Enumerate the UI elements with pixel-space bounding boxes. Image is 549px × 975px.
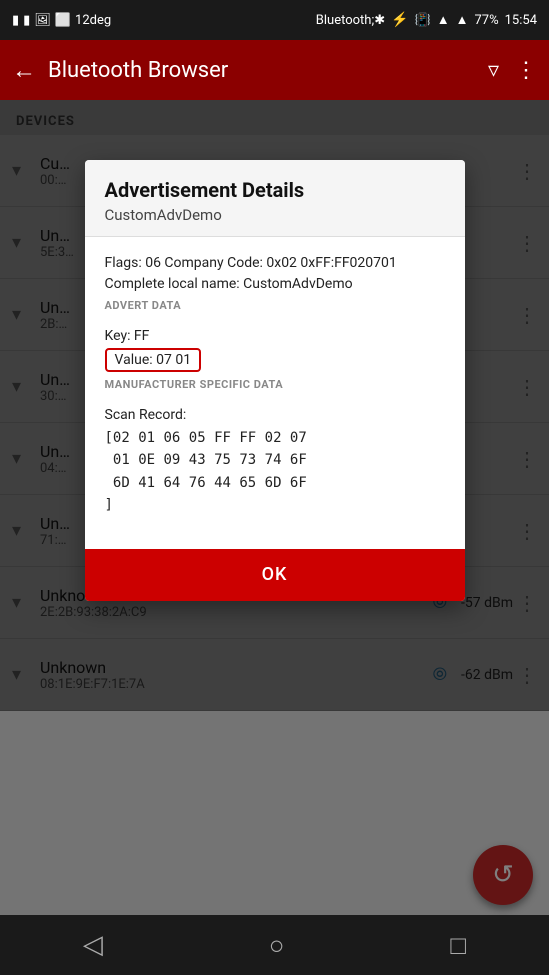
temperature-label: 12deg bbox=[75, 13, 111, 28]
vibrate-icon: 📳 bbox=[415, 13, 431, 28]
advert-data-label: ADVERT DATA bbox=[105, 299, 445, 312]
status-left-icons: ▮ ▮ 🖼 ⬜ 12deg bbox=[12, 13, 111, 28]
scan-record-section: Scan Record: [02 01 06 05 FF FF 02 07 01… bbox=[105, 407, 445, 517]
dialog-overlay: Advertisement Details CustomAdvDemo Flag… bbox=[0, 100, 549, 915]
ok-label: OK bbox=[262, 564, 288, 585]
notification-icon-2: ▮ bbox=[23, 13, 30, 28]
toolbar-actions: ▿ ⋮ bbox=[488, 58, 537, 83]
manufacturer-key: Key: FF bbox=[105, 328, 445, 344]
nav-bar: ◁ ○ □ bbox=[0, 915, 549, 975]
dialog-ok-button[interactable]: OK bbox=[85, 549, 465, 601]
battery-label: 77% bbox=[474, 13, 498, 28]
nav-home-icon[interactable]: ○ bbox=[269, 930, 285, 961]
main-content: DEVICES ▾ Cu… 00:… ⋮ ▾ Un… 5E:3… ⋮ bbox=[0, 100, 549, 915]
time-label: 15:54 bbox=[505, 13, 537, 28]
manufacturer-label: MANUFACTURER SPECIFIC DATA bbox=[105, 378, 445, 391]
dialog-title-bar: Advertisement Details CustomAdvDemo bbox=[85, 160, 465, 237]
overflow-menu-icon[interactable]: ⋮ bbox=[515, 58, 537, 83]
advert-data-section: Flags: 06 Company Code: 0x02 0xFF:FF0207… bbox=[105, 253, 445, 312]
nav-recent-icon[interactable]: □ bbox=[450, 930, 466, 961]
manufacturer-value-box: Value: 07 01 bbox=[105, 348, 202, 372]
back-button[interactable]: ← bbox=[12, 56, 36, 85]
wifi-icon: ▲ bbox=[437, 12, 450, 28]
dialog-body: Flags: 06 Company Code: 0x02 0xFF:FF0207… bbox=[85, 237, 465, 549]
manufacturer-section: Key: FF Value: 07 01 MANUFACTURER SPECIF… bbox=[105, 328, 445, 391]
dialog-subtitle: CustomAdvDemo bbox=[105, 206, 445, 224]
square-icon: ⬜ bbox=[55, 13, 71, 28]
bluetooth-status-icon: ⚡ bbox=[391, 12, 408, 28]
advert-data-text: Flags: 06 Company Code: 0x02 0xFF:FF0207… bbox=[105, 253, 445, 295]
page-title: Bluetooth Browser bbox=[48, 58, 476, 83]
toolbar: ← Bluetooth Browser ▿ ⋮ bbox=[0, 40, 549, 100]
image-icon: 🖼 bbox=[34, 13, 51, 28]
notification-icon-1: ▮ bbox=[12, 13, 19, 28]
status-bar: ▮ ▮ 🖼 ⬜ 12deg Bluetooth;✱ ⚡ 📳 ▲ ▲ 77% 15… bbox=[0, 0, 549, 40]
status-right-icons: Bluetooth;✱ ⚡ 📳 ▲ ▲ 77% 15:54 bbox=[316, 12, 537, 28]
bluetooth-icon: Bluetooth;✱ bbox=[316, 13, 385, 28]
advertisement-details-dialog: Advertisement Details CustomAdvDemo Flag… bbox=[85, 160, 465, 601]
scan-record-label: Scan Record: bbox=[105, 407, 445, 423]
filter-icon[interactable]: ▿ bbox=[488, 58, 499, 83]
scan-record-text: [02 01 06 05 FF FF 02 07 01 0E 09 43 75 … bbox=[105, 427, 445, 517]
signal-icon: ▲ bbox=[456, 12, 469, 28]
dialog-title: Advertisement Details bbox=[105, 178, 445, 202]
nav-back-icon[interactable]: ◁ bbox=[83, 930, 103, 960]
